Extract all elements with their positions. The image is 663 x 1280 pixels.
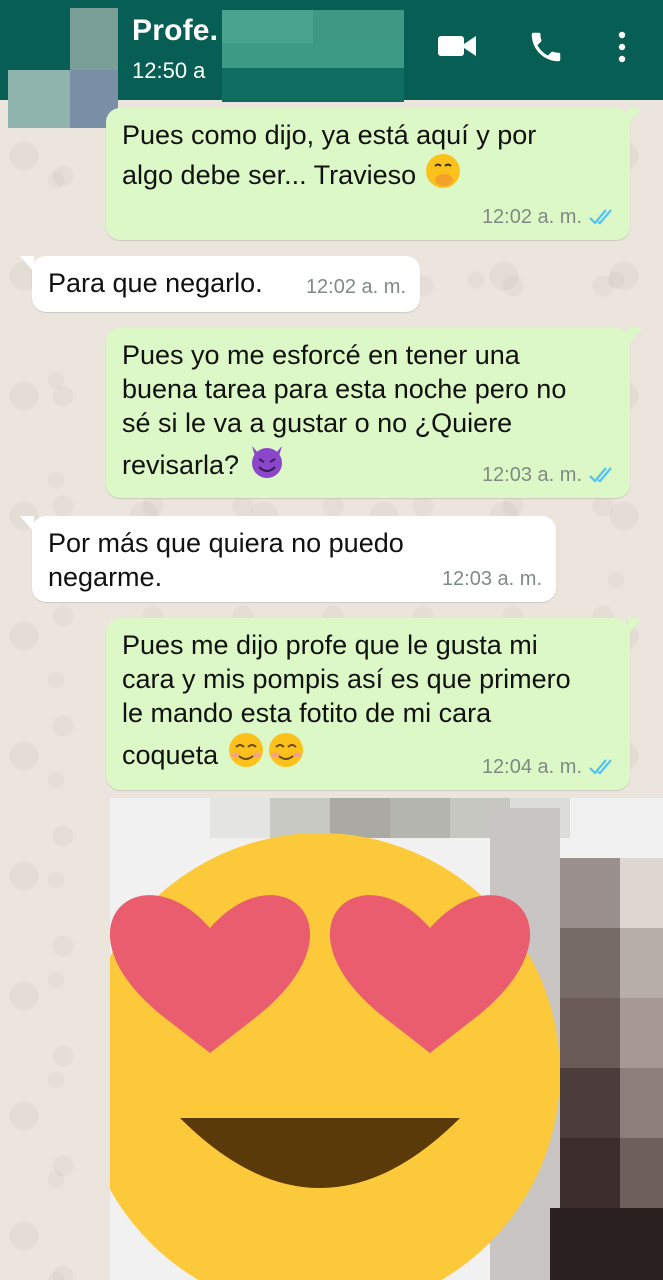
message-bubble-outgoing[interactable]: Pues me dijo profe que le gusta mi cara … xyxy=(106,618,642,790)
message-meta: 12:02 a. m. xyxy=(306,270,406,304)
message-time: 12:02 a. m. xyxy=(481,206,582,228)
message-bubble-incoming[interactable]: Para que negarlo. 12:02 a. m. xyxy=(20,256,420,312)
contact-name[interactable]: Profe. xyxy=(132,14,218,48)
message-bubble-outgoing[interactable]: Pues como dijo, ya está aquí y por algo … xyxy=(106,108,642,240)
contact-avatar[interactable] xyxy=(8,8,118,128)
heart-eyes-emoji xyxy=(110,833,560,1280)
message-meta: 12:03 a. m. xyxy=(442,562,542,596)
video-call-icon[interactable] xyxy=(438,30,478,62)
message-time: 12:02 a. m. xyxy=(305,276,406,298)
message-time: 12:04 a. m. xyxy=(481,756,582,778)
message-bubble-incoming[interactable]: Por más que quiera no puedo negarme. 12:… xyxy=(20,516,556,602)
more-options-icon[interactable] xyxy=(612,30,632,66)
last-seen-status: 12:50 a xyxy=(132,58,206,83)
double-check-read-icon xyxy=(589,209,612,225)
double-check-read-icon xyxy=(589,759,612,775)
photo-message[interactable] xyxy=(110,798,663,1280)
message-text: Pues como dijo, ya está aquí y por algo … xyxy=(122,120,537,190)
message-meta: 12:03 a. m. xyxy=(482,458,616,492)
message-text: Para que negarlo. xyxy=(48,268,263,298)
smiling-face-emoji xyxy=(228,733,263,767)
message-meta: 12:02 a. m. xyxy=(482,200,616,234)
message-bubble-outgoing[interactable]: Pues yo me esforcé en tener una buena ta… xyxy=(106,328,642,498)
message-time: 12:03 a. m. xyxy=(481,464,582,486)
smiling-devil-emoji xyxy=(251,446,282,478)
voice-call-icon[interactable] xyxy=(527,28,565,66)
smiling-face-emoji xyxy=(268,733,303,767)
message-time: 12:03 a. m. xyxy=(441,568,542,590)
message-meta: 12:04 a. m. xyxy=(482,750,616,784)
name-censor-blur xyxy=(222,10,404,102)
message-text: Por más que quiera no puedo negarme. xyxy=(48,528,404,592)
face-with-hand-over-mouth-emoji xyxy=(425,154,460,188)
double-check-read-icon xyxy=(589,467,612,483)
